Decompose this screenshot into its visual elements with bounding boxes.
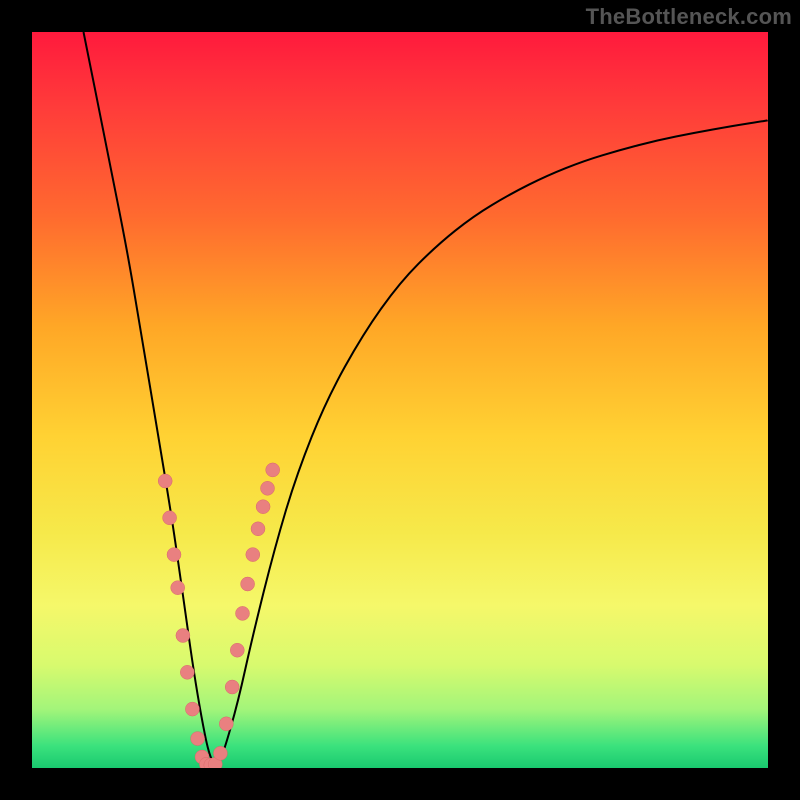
highlight-dot xyxy=(246,548,260,562)
highlight-dot xyxy=(241,577,255,591)
highlight-dot xyxy=(171,581,185,595)
highlight-dot xyxy=(191,732,205,746)
highlight-dot xyxy=(230,643,244,657)
watermark-text: TheBottleneck.com xyxy=(586,4,792,30)
highlight-dot xyxy=(251,522,265,536)
highlight-dot xyxy=(176,629,190,643)
highlight-dot xyxy=(266,463,280,477)
highlight-dot xyxy=(261,481,275,495)
highlight-dot xyxy=(213,746,227,760)
highlight-dot xyxy=(185,702,199,716)
highlight-dot xyxy=(163,511,177,525)
highlight-dot xyxy=(219,717,233,731)
highlight-dot xyxy=(167,548,181,562)
highlight-dots xyxy=(158,463,280,768)
bottleneck-curve xyxy=(84,32,769,764)
highlight-dot xyxy=(225,680,239,694)
highlight-dot xyxy=(158,474,172,488)
outer-frame: TheBottleneck.com xyxy=(0,0,800,800)
plot-area xyxy=(32,32,768,768)
highlight-dot xyxy=(256,500,270,514)
chart-svg xyxy=(32,32,768,768)
highlight-dot xyxy=(236,606,250,620)
highlight-dot xyxy=(180,665,194,679)
